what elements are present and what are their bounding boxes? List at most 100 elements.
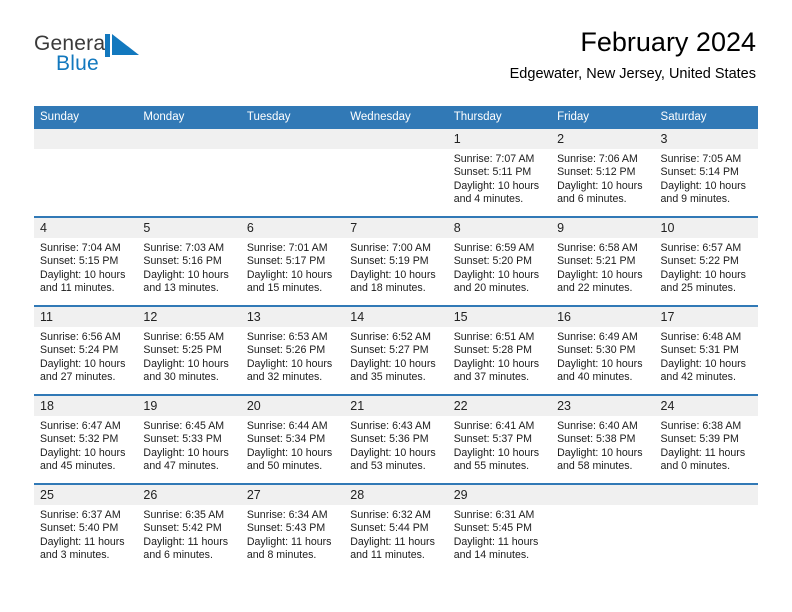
day-number-band: 123 xyxy=(34,129,758,149)
sunrise-text: Sunrise: 7:00 AM xyxy=(350,242,431,254)
day-cell[interactable]: Sunrise: 6:48 AM Sunset: 5:31 PM Daylight:… xyxy=(655,327,758,394)
day-number-band: 11 12 13 14 15 16 17 xyxy=(34,307,758,327)
day-number[interactable]: 9 xyxy=(551,218,654,238)
day-cell[interactable]: Sunrise: 6:56 AM Sunset: 5:24 PM Daylight:… xyxy=(34,327,137,394)
day-cell[interactable]: Sunrise: 7:05 AM Sunset: 5:14 PM Daylight:… xyxy=(655,149,758,216)
day-number[interactable]: 7 xyxy=(344,218,447,238)
day-number[interactable]: 28 xyxy=(344,485,447,505)
day-cell[interactable]: Sunrise: 6:47 AM Sunset: 5:32 PM Daylight:… xyxy=(34,416,137,483)
day-number[interactable]: 24 xyxy=(655,396,758,416)
daylight-text: Daylight: 10 hours xyxy=(40,357,126,370)
day-number[interactable]: 13 xyxy=(241,307,344,327)
day-number[interactable]: 3 xyxy=(655,129,758,149)
sunset-text: Sunset: 5:24 PM xyxy=(40,344,119,357)
day-cell[interactable]: Sunrise: 6:45 AM Sunset: 5:33 PM Daylight:… xyxy=(137,416,240,483)
day-cell-empty xyxy=(34,149,137,216)
sunrise-text: Sunrise: 6:47 AM xyxy=(40,420,121,432)
day-number[interactable]: 27 xyxy=(241,485,344,505)
day-number-band: 25 26 27 28 29 xyxy=(34,485,758,505)
day-number[interactable]: 12 xyxy=(137,307,240,327)
day-number[interactable]: 10 xyxy=(655,218,758,238)
day-cell[interactable]: Sunrise: 6:58 AM Sunset: 5:21 PM Daylight:… xyxy=(551,238,654,305)
day-cell[interactable]: Sunrise: 6:38 AM Sunset: 5:39 PM Daylight:… xyxy=(655,416,758,483)
blue-triangle-mark-icon xyxy=(105,34,141,57)
daylight-text: Daylight: 10 hours xyxy=(143,446,229,459)
day-cell[interactable]: Sunrise: 6:51 AM Sunset: 5:28 PM Daylight:… xyxy=(448,327,551,394)
day-body-row: Sunrise: 7:07 AM Sunset: 5:11 PM Daylight:… xyxy=(34,149,758,216)
day-number[interactable]: 21 xyxy=(344,396,447,416)
day-cell[interactable]: Sunrise: 6:55 AM Sunset: 5:25 PM Daylight:… xyxy=(137,327,240,394)
daylight-text-cont: and 25 minutes. xyxy=(660,281,736,294)
daylight-text: Daylight: 10 hours xyxy=(40,268,126,281)
day-cell[interactable]: Sunrise: 6:37 AM Sunset: 5:40 PM Daylight:… xyxy=(34,505,137,572)
daylight-text-cont: and 14 minutes. xyxy=(453,548,530,561)
day-cell[interactable]: Sunrise: 7:01 AM Sunset: 5:17 PM Daylight:… xyxy=(241,238,344,305)
daylight-text-cont: and 18 minutes. xyxy=(350,281,426,294)
day-cell[interactable]: Sunrise: 6:34 AM Sunset: 5:43 PM Daylight:… xyxy=(241,505,344,572)
day-number[interactable]: 18 xyxy=(34,396,137,416)
day-cell[interactable]: Sunrise: 6:53 AM Sunset: 5:26 PM Daylight:… xyxy=(241,327,344,394)
day-number[interactable]: 6 xyxy=(241,218,344,238)
daylight-text: Daylight: 10 hours xyxy=(453,179,540,192)
day-cell[interactable]: Sunrise: 6:44 AM Sunset: 5:34 PM Daylight:… xyxy=(241,416,344,483)
day-number[interactable]: 25 xyxy=(34,485,137,505)
day-cell[interactable]: Sunrise: 7:03 AM Sunset: 5:16 PM Daylight:… xyxy=(137,238,240,305)
daylight-text-cont: and 42 minutes. xyxy=(660,370,736,383)
day-number[interactable]: 8 xyxy=(448,218,551,238)
calendar-week-row: 1 2 3 Sunrise: 7:07 AM Sunset: 5:11 PM Daylig… xyxy=(34,129,758,216)
daylight-text-cont: and 11 minutes. xyxy=(350,548,425,561)
daylight-text: Daylight: 11 hours xyxy=(453,535,539,548)
day-number[interactable]: 26 xyxy=(137,485,240,505)
day-cell[interactable]: Sunrise: 6:57 AM Sunset: 5:22 PM Daylight:… xyxy=(655,238,758,305)
day-cell[interactable]: Sunrise: 7:06 AM Sunset: 5:12 PM Daylight:… xyxy=(551,149,654,216)
day-cell[interactable]: Sunrise: 6:43 AM Sunset: 5:36 PM Daylight:… xyxy=(344,416,447,483)
sunrise-text: Sunrise: 6:53 AM xyxy=(246,331,328,343)
day-number[interactable]: 11 xyxy=(34,307,137,327)
brand-logo[interactable]: General Blue xyxy=(34,33,184,81)
day-cell[interactable]: Sunrise: 7:04 AM Sunset: 5:15 PM Daylight:… xyxy=(34,238,137,305)
day-cell[interactable]: Sunrise: 6:40 AM Sunset: 5:38 PM Daylight:… xyxy=(551,416,654,483)
day-cell[interactable]: Sunrise: 6:31 AM Sunset: 5:45 PM Daylight:… xyxy=(448,505,551,572)
day-cell[interactable]: Sunrise: 6:59 AM Sunset: 5:20 PM Daylight:… xyxy=(448,238,551,305)
day-number[interactable]: 1 xyxy=(448,129,551,149)
page-header: General Blue February 2024 Edgewater, Ne… xyxy=(0,0,792,82)
day-cell[interactable]: Sunrise: 6:35 AM Sunset: 5:42 PM Daylight:… xyxy=(137,505,240,572)
sunset-text: Sunset: 5:44 PM xyxy=(350,522,429,535)
daylight-text-cont: and 47 minutes. xyxy=(143,459,219,472)
day-number[interactable]: 20 xyxy=(241,396,344,416)
daylight-text-cont: and 6 minutes. xyxy=(557,192,627,205)
day-number[interactable]: 16 xyxy=(551,307,654,327)
day-cell[interactable]: Sunrise: 7:00 AM Sunset: 5:19 PM Daylight:… xyxy=(344,238,447,305)
day-number[interactable]: 5 xyxy=(137,218,240,238)
day-number[interactable]: 14 xyxy=(344,307,447,327)
day-cell[interactable]: Sunrise: 7:07 AM Sunset: 5:11 PM Daylight:… xyxy=(448,149,551,216)
sunrise-text: Sunrise: 6:40 AM xyxy=(557,420,638,432)
day-number[interactable]: 17 xyxy=(655,307,758,327)
sunrise-text: Sunrise: 6:41 AM xyxy=(453,420,535,432)
day-cell[interactable]: Sunrise: 6:49 AM Sunset: 5:30 PM Daylight:… xyxy=(551,327,654,394)
daylight-text-cont: and 37 minutes. xyxy=(453,370,530,383)
sunset-text: Sunset: 5:17 PM xyxy=(246,255,326,268)
daylight-text-cont: and 50 minutes. xyxy=(246,459,323,472)
day-number[interactable]: 29 xyxy=(448,485,551,505)
weekday-thursday: Thursday xyxy=(453,111,502,123)
day-cell[interactable]: Sunrise: 6:32 AM Sunset: 5:44 PM Daylight:… xyxy=(344,505,447,572)
day-number-empty xyxy=(34,129,137,149)
day-number[interactable]: 19 xyxy=(137,396,240,416)
sunset-text: Sunset: 5:11 PM xyxy=(453,166,532,179)
day-number-band: 4 5 6 7 8 9 10 xyxy=(34,218,758,238)
day-cell-empty xyxy=(551,505,654,572)
day-cell[interactable]: Sunrise: 6:52 AM Sunset: 5:27 PM Daylight:… xyxy=(344,327,447,394)
day-number[interactable]: 2 xyxy=(551,129,654,149)
daylight-text: Daylight: 10 hours xyxy=(246,357,333,370)
sunset-text: Sunset: 5:19 PM xyxy=(350,255,429,268)
weekday-friday: Friday xyxy=(557,111,590,123)
day-number[interactable]: 23 xyxy=(551,396,654,416)
daylight-text: Daylight: 10 hours xyxy=(660,268,746,281)
day-cell[interactable]: Sunrise: 6:41 AM Sunset: 5:37 PM Daylight:… xyxy=(448,416,551,483)
daylight-text: Daylight: 10 hours xyxy=(246,446,333,459)
day-number[interactable]: 22 xyxy=(448,396,551,416)
day-number[interactable]: 4 xyxy=(34,218,137,238)
day-number[interactable]: 15 xyxy=(448,307,551,327)
sunrise-text: Sunrise: 6:56 AM xyxy=(40,331,121,343)
